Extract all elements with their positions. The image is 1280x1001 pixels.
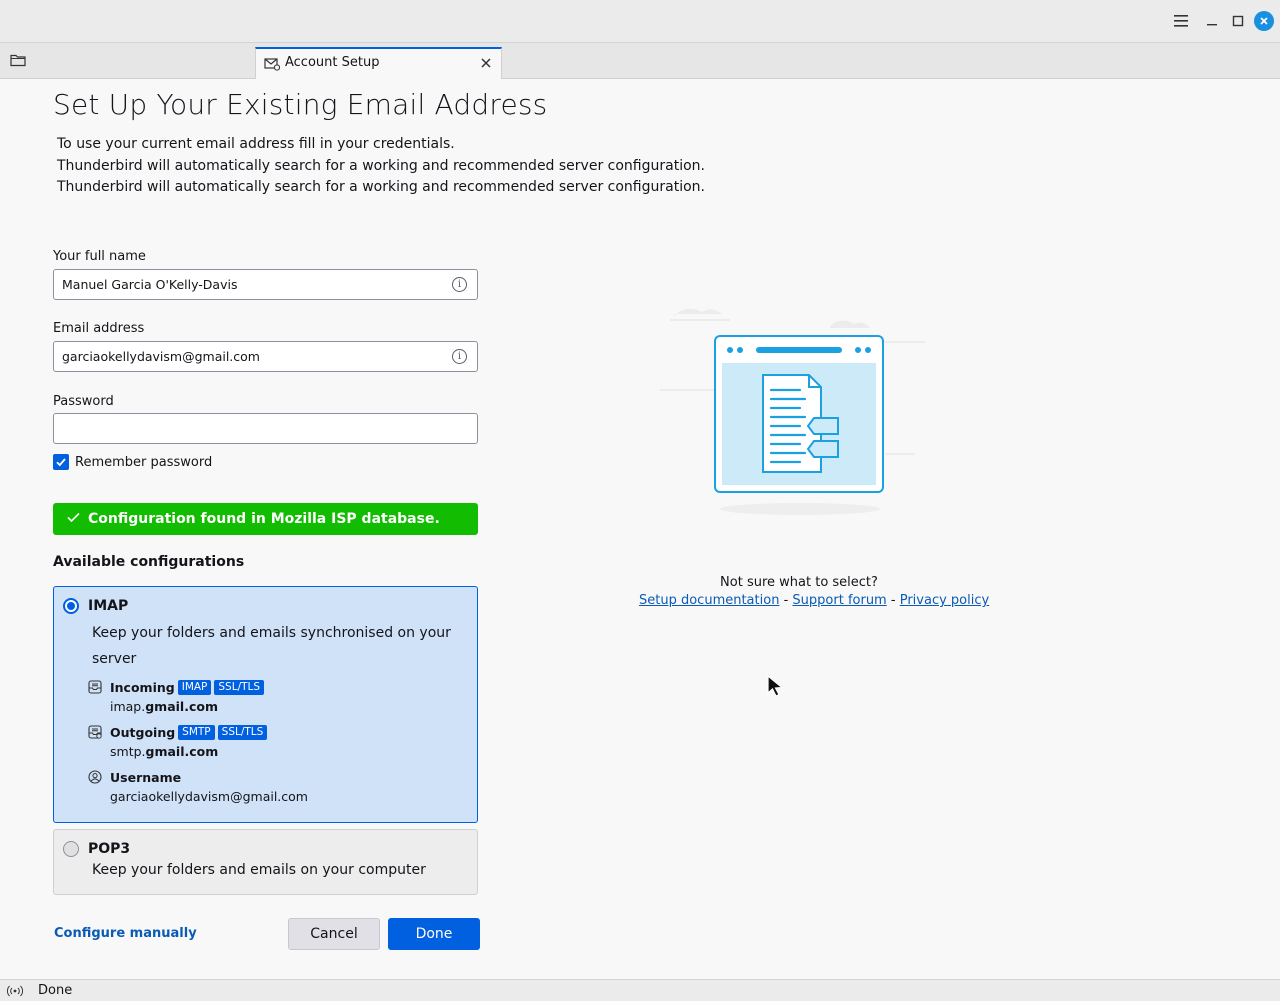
page-title: Set Up Your Existing Email Address: [53, 88, 548, 121]
checkmark-icon: [67, 511, 80, 527]
success-message: Configuration found in Mozilla ISP datab…: [88, 511, 440, 527]
link-separator: -: [890, 593, 896, 608]
done-button[interactable]: Done: [388, 918, 480, 950]
status-bar: Done: [0, 979, 1280, 1001]
fullname-field[interactable]: Manuel Garcia O'Kelly-Davis i: [53, 269, 478, 300]
status-text: Done: [38, 983, 73, 998]
configure-manually-link[interactable]: Configure manually: [54, 926, 197, 941]
outgoing-host: smtp.gmail.com: [110, 744, 219, 759]
security-badge: SSL/TLS: [214, 680, 265, 695]
pop3-title: POP3: [88, 841, 131, 857]
setup-documentation-link[interactable]: Setup documentation: [639, 593, 779, 608]
pop3-radio[interactable]: [63, 841, 79, 857]
imap-title: IMAP: [88, 598, 129, 614]
user-icon: [88, 770, 102, 784]
intro-line: Thunderbird will automatically search fo…: [57, 179, 705, 195]
tab-label: Account Setup: [285, 55, 380, 70]
incoming-host: imap.gmail.com: [110, 699, 218, 714]
window-titlebar: [0, 0, 1280, 43]
outgoing-label: Outgoing: [110, 725, 176, 740]
cancel-button[interactable]: Cancel: [288, 918, 380, 950]
fullname-label: Your full name: [53, 249, 146, 264]
link-separator: -: [783, 593, 789, 608]
imap-radio[interactable]: [63, 598, 79, 614]
email-field[interactable]: garciaokellydavism@gmail.com i: [53, 341, 478, 372]
pop3-config-option[interactable]: POP3 Keep your folders and emails on you…: [53, 829, 478, 895]
intro-line: To use your current email address fill i…: [57, 136, 455, 152]
imap-description: Keep your folders and emails synchronise…: [92, 625, 451, 667]
incoming-label: Incoming: [110, 680, 175, 695]
configurations-heading: Available configurations: [53, 554, 245, 570]
protocol-badge: SMTP: [178, 725, 215, 740]
email-label: Email address: [53, 321, 145, 336]
tab-strip: Account Setup: [0, 43, 1280, 79]
remember-checkbox[interactable]: [53, 454, 69, 470]
help-links: Setup documentation - Support forum - Pr…: [639, 593, 989, 608]
username-value: garciaokellydavism@gmail.com: [110, 789, 308, 804]
password-label: Password: [53, 394, 114, 409]
setup-illustration: [660, 298, 940, 523]
mouse-cursor-icon: [766, 674, 786, 698]
mail-setup-icon: [264, 57, 281, 71]
username-label: Username: [110, 770, 182, 785]
help-question: Not sure what to select?: [720, 575, 878, 590]
remember-label: Remember password: [75, 454, 213, 470]
inbox-icon: [88, 680, 102, 694]
email-value: garciaokellydavism@gmail.com: [62, 349, 260, 364]
outbox-icon: [88, 725, 102, 739]
intro-text: To use your current email address fill i…: [57, 134, 705, 199]
password-field[interactable]: [53, 413, 478, 444]
privacy-policy-link[interactable]: Privacy policy: [900, 593, 989, 608]
minimize-icon[interactable]: [1201, 10, 1223, 32]
security-badge: SSL/TLS: [217, 725, 268, 740]
folder-icon[interactable]: [10, 53, 30, 69]
intro-line: Thunderbird will automatically search fo…: [57, 157, 705, 174]
imap-config-option[interactable]: IMAP Keep your folders and emails synchr…: [53, 586, 478, 823]
hamburger-menu-icon[interactable]: [1170, 10, 1192, 32]
fullname-value: Manuel Garcia O'Kelly-Davis: [62, 277, 238, 292]
tab-close-icon[interactable]: [478, 55, 494, 71]
info-icon[interactable]: i: [452, 277, 467, 292]
support-forum-link[interactable]: Support forum: [792, 593, 886, 608]
success-notification: Configuration found in Mozilla ISP datab…: [53, 503, 478, 535]
protocol-badge: IMAP: [177, 680, 212, 695]
info-icon[interactable]: i: [452, 349, 467, 364]
close-icon[interactable]: [1253, 10, 1275, 32]
maximize-icon[interactable]: [1227, 10, 1249, 32]
pop3-description: Keep your folders and emails on your com…: [92, 862, 426, 878]
tab-account-setup[interactable]: Account Setup: [255, 47, 502, 79]
remember-password[interactable]: Remember password: [53, 454, 212, 470]
activity-icon: [6, 984, 24, 998]
